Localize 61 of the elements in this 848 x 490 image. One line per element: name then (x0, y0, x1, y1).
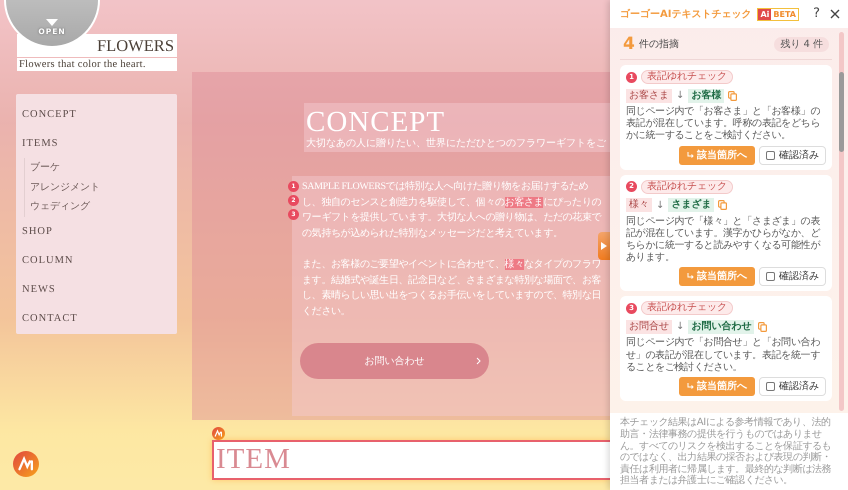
caret-icon (46, 18, 58, 26)
remaining-badge: 残り 4 件 (774, 36, 829, 52)
help-button[interactable]: ? (813, 4, 820, 24)
copy-icon[interactable] (728, 90, 738, 100)
nav-sublink[interactable]: アレンジメント (24, 178, 171, 197)
nav-sublink[interactable]: ブーケ (24, 158, 171, 178)
scrollbar-thumb[interactable] (839, 72, 844, 152)
arrow-text: ↓ (676, 320, 684, 334)
close-button[interactable] (830, 9, 840, 19)
nav-link[interactable]: NEWS (22, 274, 171, 304)
section-subtitle: 大切なあの人に贈りたい、世界にただひとつのフラワーギフトをご (306, 137, 607, 150)
paragraph-line: また、お客様のご要望やイベントに合わせて、様々なタイプのフラワ (302, 258, 602, 272)
copy-icon[interactable] (718, 200, 728, 210)
arrow-text: ↓ (676, 89, 684, 103)
return-arrow-icon (687, 383, 694, 390)
issue-description: 同じページ内で「お客さま」と「お客様」の表記が混在しています。呼称の表記をどちらかに統一することをご検討ください。 (626, 106, 822, 143)
suggested-text: さまざま (668, 198, 714, 212)
disclaimer-text: 本チェック結果はAIによる参考情報であり、法的助言・法律事務の提供を行うものではありません。すべてのリスクを検出することを保証するものではなく、出力結果の採否および表現の判断・責任は利用者に帰属します。最終的な判断は法務担当者または弁護士にご確認ください。 (610, 413, 848, 490)
confirm-checkbox[interactable]: 確認済み (759, 146, 826, 165)
panel-title: ゴーゴーAIテキストチェック (620, 8, 752, 22)
issue-description: 同じページ内で「様々」と「さまざま」の表記が混在しています。漢字かひらがなか、どちらかに統一すると読みやすくなる可能性があります。 (626, 216, 822, 264)
confirm-checkbox[interactable]: 確認済み (759, 377, 826, 396)
issue-count-label: 件の指摘 (638, 38, 679, 52)
paragraph-line: ます。結婚式や誕生日、記念日など、さまざまな特別な場面で、お客 (302, 274, 602, 288)
paragraph-line: ワーギフトを提供しています。大切な人への贈り物は、ただの花束で (302, 210, 602, 225)
confirm-checkbox[interactable]: 確認済み (759, 267, 826, 286)
nav-link[interactable]: CONCEPT (22, 100, 171, 129)
nav-link[interactable]: ITEMS (22, 129, 171, 158)
arrow-text: ↓ (656, 198, 664, 213)
paragraph-line: し、独自のセンスと創造力を駆使して、個々のお客さま にぴったりの (302, 196, 602, 210)
paragraph-line: ください。 (302, 304, 352, 318)
copy-icon[interactable] (758, 322, 768, 332)
original-text: お客さま (626, 88, 672, 102)
issue-description: 同じページ内で「お問合せ」と「お問い合わせ」の表記が混在しています。表記を統一することをご検討ください。 (626, 337, 822, 374)
nav-link[interactable]: SHOP (22, 216, 171, 246)
ai-logo-icon[interactable] (212, 426, 225, 440)
section-title: CONCEPT (306, 107, 446, 137)
category-tag: 表記ゆれチェック (641, 70, 733, 84)
suggested-text: お客様 (688, 88, 724, 102)
paragraph-line: し、素晴らしい思い出をつくるお手伝いをしていますので、特別な日 (302, 288, 602, 303)
panel-toggle-button[interactable] (598, 232, 610, 260)
original-text: 様々 (626, 198, 652, 212)
category-tag: 表記ゆれチェック (641, 301, 733, 316)
nav-link[interactable]: COLUMN (22, 246, 171, 274)
play-icon (601, 242, 607, 250)
scrollbar[interactable] (839, 32, 844, 412)
logo-tagline: Flowers that color the heart. (17, 58, 177, 71)
issue-count: 4 (623, 34, 635, 54)
return-arrow-icon (687, 273, 694, 280)
suggested-text: お問い合わせ (688, 320, 754, 334)
original-text: お問合せ (626, 320, 672, 334)
category-tag: 表記ゆれチェック (641, 180, 733, 194)
paragraph-line: の気持ちが込められた特別なメッセージだと考えています。 (302, 226, 564, 240)
chevron-icon (476, 357, 481, 365)
section-title: ITEM (215, 443, 291, 475)
paragraph-line: SAMPLE FLOWERSでは特別な人へ向けた贈り物をお届けするため (302, 180, 590, 194)
nav-link[interactable]: CONTACT (22, 304, 171, 332)
ai-logo-icon[interactable] (13, 451, 39, 477)
nav-sublink[interactable]: ウェディング (24, 197, 171, 216)
beta-badge: Ai BETA (757, 8, 799, 20)
return-arrow-icon (687, 152, 694, 159)
